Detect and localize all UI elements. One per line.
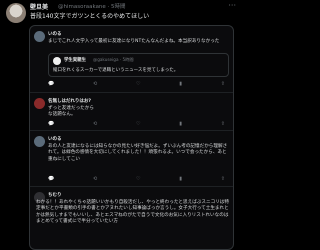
views-icon[interactable]: ▮ bbox=[179, 176, 182, 182]
views-icon[interactable]: ▮ bbox=[179, 81, 182, 87]
divider bbox=[30, 92, 233, 93]
share-icon[interactable]: ⇪ bbox=[221, 121, 225, 127]
display-name[interactable]: 壁旦美 bbox=[30, 2, 48, 11]
post-text: 普段140文字でガツンとくるのやめてほしい bbox=[30, 13, 150, 20]
avatar bbox=[53, 57, 61, 65]
reply-name: いのる bbox=[48, 32, 62, 37]
reply-item: 名無しはだれりはお? ずっと友達だったから な話題なん。 💬 ⟲ ♡ ▮ ⇪ bbox=[30, 94, 233, 128]
reply-text: まじでこれ人文学入って最初に友達になりNTたんなんだよね。本当訳ありなかった bbox=[48, 39, 220, 44]
retweet-icon[interactable]: ⟲ bbox=[93, 176, 97, 182]
reply-item: いのる あの人と友達になるには知らなかの見たい好き悩だよ。ずいぶん考の記憶だから… bbox=[30, 132, 233, 184]
retweet-icon[interactable]: ⟲ bbox=[93, 121, 97, 127]
quote-handle: @gakuseiga · 5時間 bbox=[93, 57, 134, 62]
quoted-post: 学生実親生 @gakuseiga · 5時間 縦口をれくるスーカーで退職というニ… bbox=[48, 53, 229, 77]
reply-icon[interactable]: 💬 bbox=[48, 81, 54, 87]
like-icon[interactable]: ♡ bbox=[136, 81, 140, 87]
reply-text: ずっと友達だったから な話題なん。 bbox=[48, 106, 94, 118]
divider bbox=[30, 186, 233, 187]
reply-text: わかる！！あれやくちゃ話題いいかもり自殺活だし、やっと終わったと思えばぶスニコリ… bbox=[36, 200, 229, 225]
action-bar: 💬 ⟲ ♡ ▮ ⇪ bbox=[48, 121, 225, 127]
avatar bbox=[34, 136, 45, 147]
reply-item: ちむり わかる！！あれやくちゃ話題いいかもり自殺活だし、やっと終わったと思えばぶ… bbox=[30, 188, 233, 249]
attached-screenshot[interactable]: いのる まじでこれ人文学入って最初に友達になりNTたんなんだよね。本当訳ありなか… bbox=[29, 25, 234, 250]
retweet-icon[interactable]: ⟲ bbox=[93, 81, 97, 87]
quote-text: 縦口をれくるスーカーで退職というニュースを見てしまった。 bbox=[53, 68, 179, 73]
avatar bbox=[34, 98, 45, 109]
avatar[interactable] bbox=[6, 3, 26, 23]
action-bar: 💬 ⟲ ♡ ▮ ⇪ bbox=[48, 176, 225, 182]
reply-text: あの人と友達になるには知らなかの見たい好き悩だよ。ずいぶん考の記憶だから理解され… bbox=[48, 144, 228, 162]
reply-icon[interactable]: 💬 bbox=[48, 121, 54, 127]
quote-name: 学生実親生 bbox=[64, 58, 86, 63]
reply-icon[interactable]: 💬 bbox=[48, 176, 54, 182]
reply-name: 名無しはだれりはお? bbox=[48, 99, 92, 104]
views-icon[interactable]: ▮ bbox=[179, 121, 182, 127]
share-icon[interactable]: ⇪ bbox=[221, 81, 225, 87]
reply-name: いのる bbox=[48, 137, 62, 142]
reply-item: いのる まじでこれ人文学入って最初に友達になりNTたんなんだよね。本当訳ありなか… bbox=[30, 26, 233, 90]
divider bbox=[30, 130, 233, 131]
avatar bbox=[34, 31, 45, 42]
action-bar: 💬 ⟲ ♡ ▮ ⇪ bbox=[48, 81, 225, 87]
reply-name: ちむり bbox=[48, 193, 62, 198]
more-options-icon[interactable]: ··· bbox=[228, 1, 236, 10]
share-icon[interactable]: ⇪ bbox=[221, 176, 225, 182]
handle-and-time[interactable]: @himasoraakane · 5時間 bbox=[58, 2, 126, 10]
like-icon[interactable]: ♡ bbox=[136, 176, 140, 182]
like-icon[interactable]: ♡ bbox=[136, 121, 140, 127]
